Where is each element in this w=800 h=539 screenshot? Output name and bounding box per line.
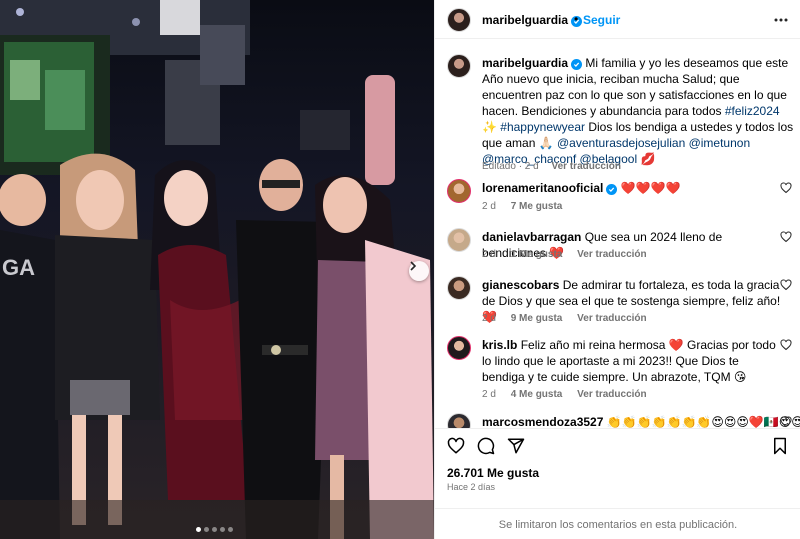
post-header: maribelguardia • Seguir [435, 0, 800, 39]
comments-scroll-area[interactable]: maribelguardia Mi familia y yo les desea… [435, 44, 800, 428]
avatar[interactable] [447, 54, 471, 78]
hashtag-link[interactable]: #happynewyear [500, 120, 585, 134]
post-details-panel: maribelguardia • Seguir maribelguardia M… [434, 0, 800, 539]
comment-text: lorenameritanooficial ❤️❤️❤️❤️ [482, 180, 782, 196]
author-username[interactable]: maribelguardia [482, 13, 583, 27]
heart-icon [447, 437, 465, 458]
avatar[interactable] [447, 8, 471, 32]
heart-icon [780, 182, 792, 197]
comment-like-count[interactable]: 7 Me gusta [511, 201, 563, 212]
comment-username[interactable]: kris.lb [482, 338, 517, 352]
family-photo-illustration: GA [0, 0, 434, 539]
comment-body: Feliz año mi reina hermosa ❤️ Gracias po… [482, 338, 776, 384]
more-options-icon [774, 11, 788, 25]
header-separator: • [574, 12, 579, 26]
comment-translate-link[interactable]: Ver traducción [577, 249, 646, 260]
caption-meta: Editado · 2 d Ver traducción [482, 161, 631, 172]
avatar[interactable] [447, 228, 471, 252]
comment-like-count[interactable]: 1 Me gusta [511, 249, 563, 260]
comment-text: marcosmendoza3527 👏👏👏👏👏👏👏😍😍😍❤️🇲🇽😍😍😍 [482, 414, 800, 428]
avatar[interactable] [447, 413, 471, 428]
bookmark-icon [771, 437, 789, 458]
post-actions: 26.701 Me gusta Hace 2 días Se limitaron… [435, 428, 800, 539]
caption-edited-time: Editado · 2 d [482, 161, 539, 172]
comment-time: 2 d [482, 313, 496, 324]
like-count[interactable]: 26.701 Me gusta [447, 466, 539, 480]
save-button[interactable] [771, 437, 789, 455]
carousel-dot [212, 527, 217, 532]
carousel-next-button[interactable] [409, 261, 429, 281]
carousel-indicator [196, 527, 233, 532]
comment-meta: 2 d 1 Me gusta Ver traducción [482, 249, 659, 260]
heart-icon [780, 231, 792, 246]
heart-icon [780, 416, 792, 428]
share-icon [507, 438, 525, 458]
comment-username[interactable]: marcosmendoza3527 [482, 415, 603, 428]
comment-translate-link[interactable]: Ver traducción [577, 389, 646, 400]
comment-username[interactable]: lorenameritanooficial [482, 181, 603, 195]
comment-username[interactable]: gianescobars [482, 278, 559, 292]
comment-like-count[interactable]: 4 Me gusta [511, 389, 563, 400]
comment-like-button[interactable] [780, 231, 792, 243]
hashtag-link[interactable]: #feliz2024 [725, 104, 780, 118]
caption-emoji: ✨ [482, 120, 501, 134]
comment-meta: 2 d 4 Me gusta Ver traducción [482, 389, 659, 400]
comment-button[interactable] [477, 437, 495, 455]
heart-icon [780, 339, 792, 354]
comment-body: ❤️❤️❤️❤️ [617, 181, 681, 195]
comment-translate-link[interactable]: Ver traducción [577, 313, 646, 324]
comment-time: 2 d [482, 201, 496, 212]
comment-like-button[interactable] [780, 182, 792, 194]
comment-time: 2 d [482, 389, 496, 400]
comment-icon [477, 437, 495, 458]
comment-username[interactable]: danielavbarragan [482, 230, 581, 244]
verified-badge-icon [571, 59, 583, 70]
action-icons [447, 437, 525, 455]
comment-meta: 2 d 9 Me gusta Ver traducción [482, 313, 659, 324]
avatar[interactable] [447, 336, 471, 360]
comment-like-button[interactable] [780, 339, 792, 351]
share-button[interactable] [507, 437, 525, 455]
comment-meta: 2 d 7 Me gusta [482, 201, 574, 212]
carousel-dot [228, 527, 233, 532]
verified-badge-icon [606, 184, 618, 195]
avatar[interactable] [447, 179, 471, 203]
post-photo[interactable]: GA [0, 0, 434, 539]
comment-text: kris.lb Feliz año mi reina hermosa ❤️ Gr… [482, 337, 782, 385]
caption-text: maribelguardia Mi familia y yo les desea… [482, 55, 794, 167]
comment-like-button[interactable] [780, 416, 792, 428]
carousel-dot [220, 527, 225, 532]
post-timestamp[interactable]: Hace 2 días [447, 482, 495, 492]
avatar[interactable] [447, 276, 471, 300]
like-button[interactable] [447, 437, 465, 455]
caption-translate-link[interactable]: Ver traducción [552, 161, 621, 172]
comment-like-button[interactable] [780, 279, 792, 291]
carousel-dot [196, 527, 201, 532]
heart-icon [780, 279, 792, 294]
comment-body: 👏👏👏👏👏👏👏😍😍😍❤️🇲🇽😍😍😍 [603, 415, 800, 428]
follow-button[interactable]: Seguir [583, 13, 620, 27]
svg-text:GA: GA [2, 255, 35, 280]
comment-like-count[interactable]: 9 Me gusta [511, 313, 563, 324]
comments-limited-notice: Se limitaron los comentarios en esta pub… [435, 508, 800, 539]
caption-emoji: 💋 [637, 152, 656, 166]
more-options-button[interactable] [773, 10, 789, 26]
comment-time: 2 d [482, 249, 496, 260]
caption-username[interactable]: maribelguardia [482, 56, 568, 70]
carousel-dot [204, 527, 209, 532]
author-username-text[interactable]: maribelguardia [482, 13, 568, 27]
